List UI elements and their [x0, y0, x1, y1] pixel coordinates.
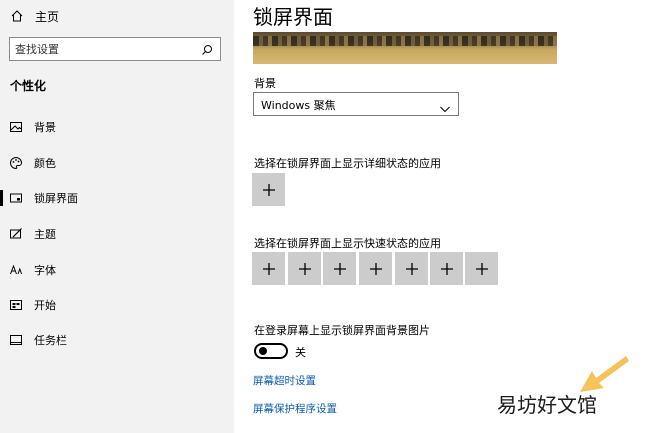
sidebar-item-label: 开始: [34, 299, 56, 312]
search-icon[interactable]: [200, 42, 214, 56]
preview-image-detail: [253, 36, 557, 46]
sidebar-item-taskbar[interactable]: 任务栏: [0, 327, 234, 353]
sidebar-item-lockscreen[interactable]: 锁屏界面: [0, 185, 234, 211]
login-background-label: 在登录屏幕上显示锁屏界面背景图片: [254, 324, 430, 337]
background-label: 背景: [254, 77, 276, 90]
sidebar-item-fonts[interactable]: 字体: [0, 257, 234, 283]
sidebar-item-start[interactable]: 开始: [0, 292, 234, 318]
background-select[interactable]: Windows 聚焦: [253, 92, 459, 116]
detail-status-label: 选择在锁屏界面上显示详细状态的应用: [254, 157, 441, 170]
main-content: 锁屏界面 背景 Windows 聚焦 选择在锁屏界面上显示详细状态的应用 选择在…: [234, 0, 650, 433]
toggle-state-label: 关: [295, 346, 306, 359]
screensaver-settings-link[interactable]: 屏幕保护程序设置: [253, 401, 337, 416]
palette-icon: [9, 156, 23, 170]
add-quick-status-app-button-3[interactable]: [323, 252, 356, 285]
sidebar-item-themes[interactable]: 主题: [0, 221, 234, 247]
toggle-knob: [259, 347, 267, 355]
home-label: 主页: [35, 9, 60, 24]
plus-icon: [440, 262, 453, 275]
login-background-toggle[interactable]: [254, 343, 288, 359]
add-quick-status-app-button-2[interactable]: [288, 252, 321, 285]
plus-icon: [333, 262, 346, 275]
screen-timeout-link[interactable]: 屏幕超时设置: [253, 373, 316, 388]
search-box: [9, 37, 221, 61]
add-quick-status-app-button-1[interactable]: [252, 252, 285, 285]
plus-icon: [262, 262, 275, 275]
add-quick-status-app-button-5[interactable]: [395, 252, 428, 285]
watermark-text: 易坊好文馆: [497, 393, 597, 417]
sidebar-item-label: 字体: [34, 264, 56, 277]
quick-status-label: 选择在锁屏界面上显示快速状态的应用: [254, 237, 441, 250]
start-icon: [9, 298, 23, 312]
background-select-value: Windows 聚焦: [261, 99, 336, 112]
section-title: 个性化: [10, 79, 47, 93]
taskbar-icon: [9, 333, 23, 347]
plus-icon: [262, 183, 275, 196]
sidebar-item-label: 锁屏界面: [34, 192, 78, 205]
page-title: 锁屏界面: [253, 5, 333, 29]
plus-icon: [298, 262, 311, 275]
chevron-down-icon: [439, 99, 451, 113]
search-input[interactable]: [15, 40, 195, 58]
add-quick-status-app-button-6[interactable]: [430, 252, 463, 285]
lockscreen-icon: [9, 191, 23, 205]
plus-icon: [369, 262, 382, 275]
picture-icon: [9, 120, 23, 134]
add-quick-status-app-button-7[interactable]: [465, 252, 498, 285]
home-link[interactable]: 主页: [10, 6, 59, 26]
home-icon: [10, 9, 24, 23]
plus-icon: [405, 262, 418, 275]
plus-icon: [475, 262, 488, 275]
theme-icon: [9, 227, 23, 241]
sidebar-item-colors[interactable]: 颜色: [0, 150, 234, 176]
add-detail-status-app-button[interactable]: [252, 173, 285, 206]
font-icon: [9, 263, 23, 277]
sidebar-item-label: 颜色: [34, 157, 56, 170]
sidebar: 主页 个性化 背景 颜色 锁屏界面 主题 字体: [0, 0, 234, 433]
sidebar-item-label: 背景: [34, 121, 56, 134]
add-quick-status-app-button-4[interactable]: [359, 252, 392, 285]
sidebar-item-label: 主题: [34, 228, 56, 241]
lockscreen-preview-image: [253, 32, 557, 64]
sidebar-item-background[interactable]: 背景: [0, 114, 234, 140]
sidebar-item-label: 任务栏: [34, 334, 67, 347]
